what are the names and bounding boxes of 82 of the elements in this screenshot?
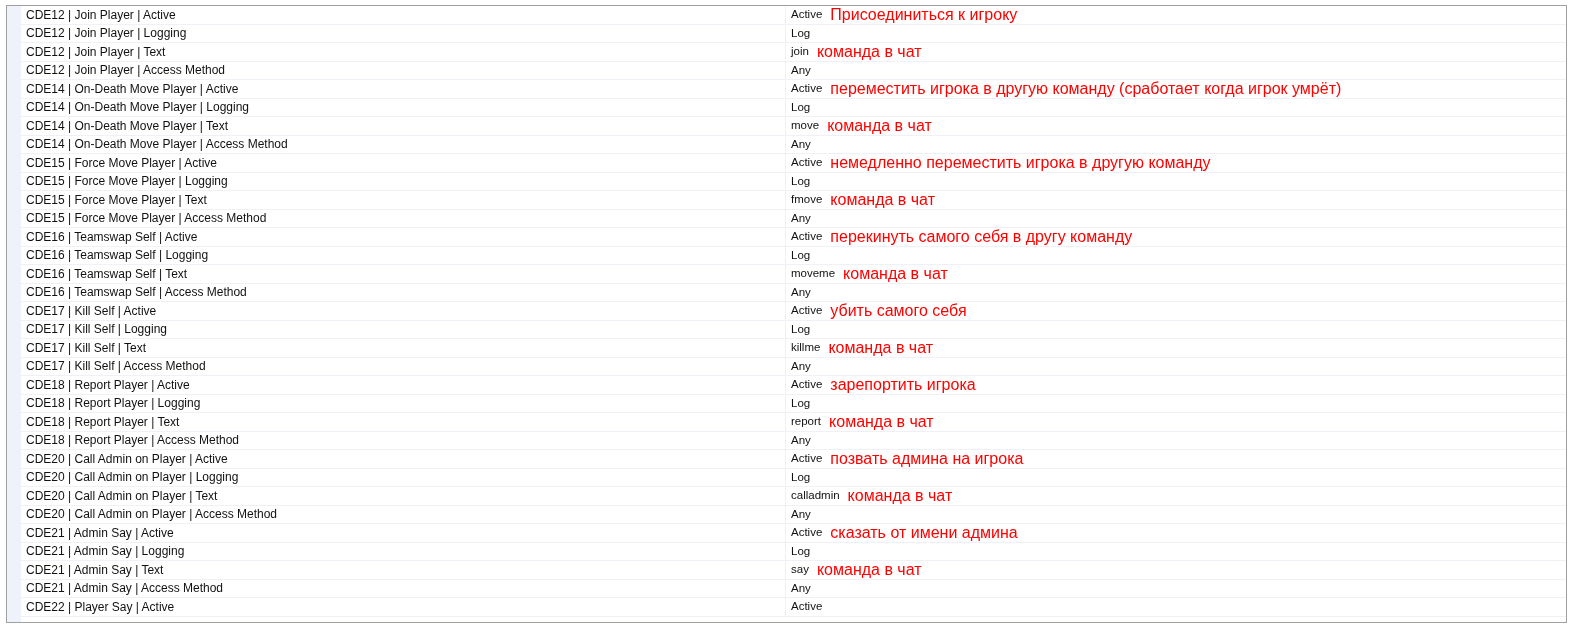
property-value: Log	[791, 27, 811, 39]
property-name: CDE18 | Report Player | Text	[26, 415, 180, 428]
property-name: CDE21 | Admin Say | Text	[26, 563, 164, 576]
property-value: Any	[791, 508, 811, 520]
property-name: CDE17 | Kill Self | Text	[26, 341, 147, 354]
annotation-text: команда в чат	[830, 191, 935, 208]
property-value: Active	[791, 453, 823, 465]
property-name: CDE12 | Join Player | Access Method	[26, 64, 225, 77]
property-name: CDE12 | Join Player | Text	[26, 45, 166, 58]
property-name: CDE14 | On-Death Move Player | Text	[26, 119, 229, 132]
property-value: Any	[791, 212, 811, 224]
annotation-text: сказать от имени админа	[830, 524, 1018, 541]
property-value: Log	[791, 175, 811, 187]
property-value: Log	[791, 545, 811, 557]
property-name: CDE22 | Player Say | Active	[26, 600, 175, 613]
property-name: CDE20 | Call Admin on Player | Active	[26, 452, 228, 465]
property-name: CDE14 | On-Death Move Player | Access Method	[26, 138, 288, 151]
property-name: CDE14 | On-Death Move Player | Logging	[26, 101, 249, 114]
property-name: CDE20 | Call Admin on Player | Logging	[26, 471, 239, 484]
property-value: Any	[791, 360, 811, 372]
property-name: CDE21 | Admin Say | Access Method	[26, 582, 223, 595]
property-value: Any	[791, 286, 811, 298]
property-name: CDE16 | Teamswap Self | Access Method	[26, 286, 247, 299]
property-name: CDE12 | Join Player | Logging	[26, 27, 187, 40]
annotation-text: зарепортить игрока	[830, 376, 976, 393]
annotation-text: Присоединиться к игроку	[830, 6, 1018, 23]
property-value: Log	[791, 397, 811, 409]
property-name: CDE21 | Admin Say | Logging	[26, 545, 185, 558]
property-value: Any	[791, 138, 811, 150]
property-value: Log	[791, 249, 811, 261]
property-name: CDE15 | Force Move Player | Active	[26, 156, 217, 169]
annotation-text: переместить игрока в другую команду (сработает когда игрок умрёт)	[830, 80, 1342, 97]
annotation-text: убить самого себя	[830, 302, 967, 319]
property-name: CDE15 | Force Move Player | Logging	[26, 175, 228, 188]
property-value: Active	[791, 379, 823, 391]
property-value: report	[791, 416, 822, 428]
property-name: CDE17 | Kill Self | Access Method	[26, 360, 206, 373]
property-value: Active	[791, 157, 823, 169]
property-value: Any	[791, 64, 811, 76]
property-name: CDE12 | Join Player | Active	[26, 8, 176, 21]
annotation-text: команда в чат	[816, 561, 922, 578]
property-name: CDE21 | Admin Say | Active	[26, 526, 174, 539]
property-value: move	[791, 120, 820, 132]
property-value: Active	[791, 601, 823, 613]
property-value: calladmin	[791, 490, 840, 502]
property-name: CDE14 | On-Death Move Player | Active	[26, 82, 239, 95]
property-value: Log	[791, 471, 811, 483]
property-value: say	[791, 564, 809, 576]
property-name: CDE17 | Kill Self | Logging	[26, 323, 167, 336]
annotation-text: команда в чат	[829, 413, 934, 430]
annotation-text: команда в чат	[847, 487, 953, 504]
annotation-text: перекинуть самого себя в другу команду	[830, 228, 1133, 245]
property-name: CDE20 | Call Admin on Player | Text	[26, 489, 218, 502]
property-name: CDE16 | Teamswap Self | Active	[26, 230, 198, 243]
property-value: Active	[791, 83, 823, 95]
annotation-text: команда в чат	[843, 265, 948, 282]
property-value: killme	[791, 342, 821, 354]
property-name: CDE16 | Teamswap Self | Logging	[26, 249, 209, 262]
property-name: CDE18 | Report Player | Access Method	[26, 434, 239, 447]
property-name: CDE18 | Report Player | Logging	[26, 397, 201, 410]
property-value: Any	[791, 582, 811, 594]
property-value: fmove	[791, 194, 823, 206]
annotation-text: команда в чат	[828, 339, 934, 356]
annotation-text: команда в чат	[816, 43, 922, 60]
property-name: CDE20 | Call Admin on Player | Access Method	[26, 508, 277, 521]
property-value: Log	[791, 101, 811, 113]
property-value: Active	[791, 305, 823, 317]
property-name: CDE15 | Force Move Player | Text	[26, 193, 207, 206]
property-name: CDE16 | Teamswap Self | Text	[26, 267, 188, 280]
property-value: Log	[791, 323, 811, 335]
property-value: moveme	[791, 268, 836, 280]
property-value: Active	[791, 9, 823, 21]
property-value: Active	[791, 527, 823, 539]
annotation-text: позвать админа на игрока	[830, 450, 1024, 467]
property-value: Any	[791, 434, 811, 446]
annotation-text: немедленно переместить игрока в другую команду	[830, 154, 1211, 171]
property-name: CDE18 | Report Player | Active	[26, 378, 190, 391]
property-value: Active	[791, 231, 823, 243]
property-value: join	[791, 46, 809, 58]
annotation-text: команда в чат	[827, 117, 932, 134]
property-name: CDE15 | Force Move Player | Access Method	[26, 212, 267, 225]
property-name: CDE17 | Kill Self | Active	[26, 304, 157, 317]
